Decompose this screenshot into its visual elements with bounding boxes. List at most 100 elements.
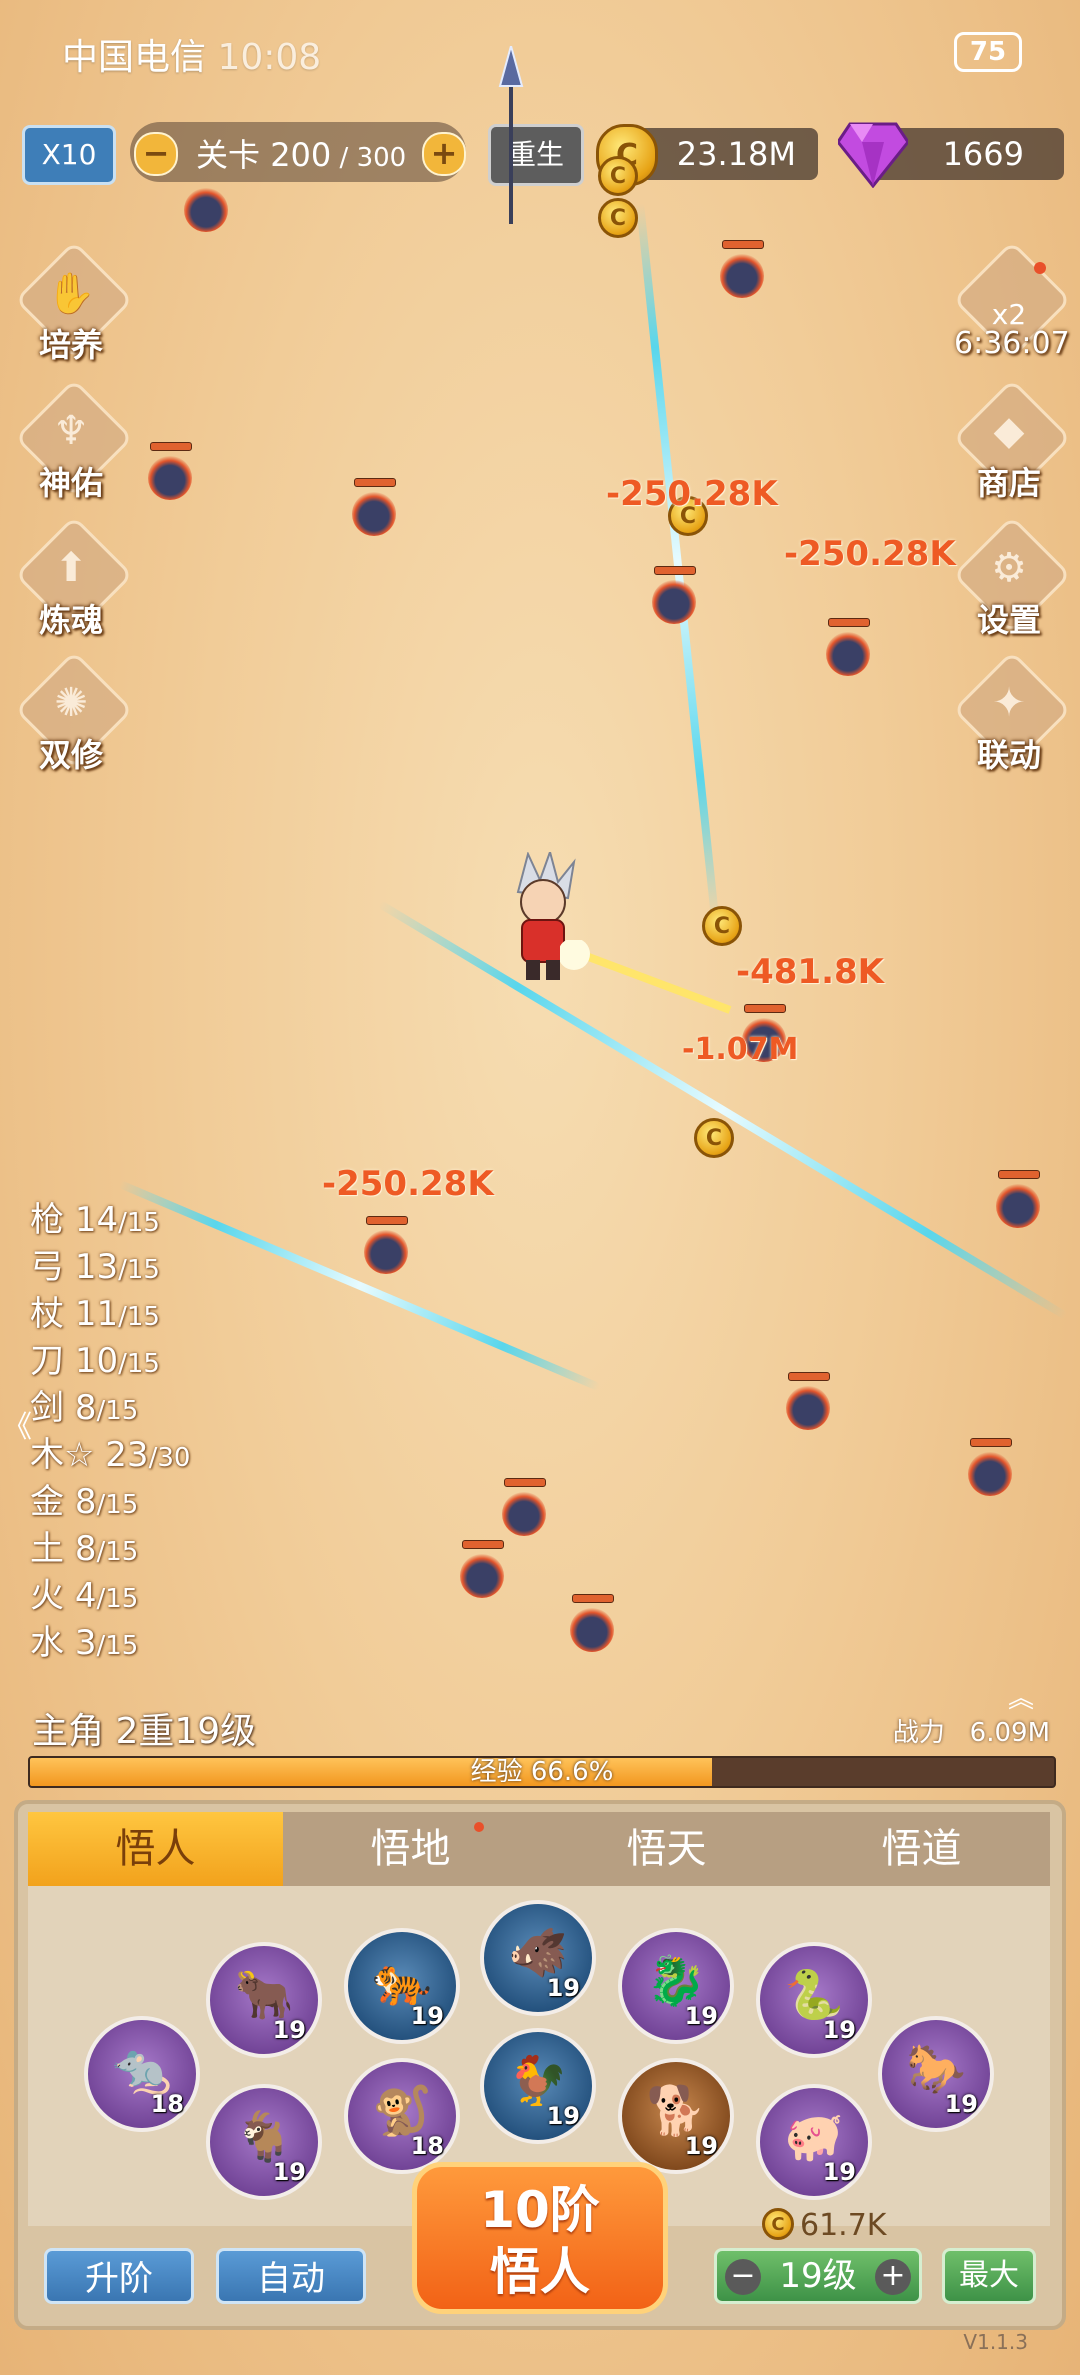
enemy-body <box>184 188 228 232</box>
dragon-icon: 🐉 <box>646 1953 706 2009</box>
weapon-stat-row: 水 3/15 <box>30 1621 190 1668</box>
zodiac-pig[interactable]: 🐖 19 <box>756 2084 872 2200</box>
zodiac-dog[interactable]: 🐕 19 <box>618 2058 734 2174</box>
boar-icon: 🐗 <box>508 1925 568 1981</box>
weapon-stat-row: 枪 14/15 <box>30 1198 190 1245</box>
cultivate-button[interactable]: ✋ 培养 <box>14 240 134 364</box>
enlighten-main-button[interactable]: 10阶 悟人 <box>412 2162 668 2314</box>
weapon-level: 10 <box>74 1341 119 1381</box>
weapon-level: 4 <box>74 1576 97 1616</box>
expand-icon[interactable]: ︽ <box>1008 1678 1034 1715</box>
enemy[interactable] <box>358 1216 414 1278</box>
status-bar: 中国电信 10:08 75 <box>0 0 1080 100</box>
level-minus-button[interactable]: − <box>134 132 178 176</box>
version-label: V1.1.3 <box>963 2330 1028 2354</box>
carrier-name: 中国电信 <box>62 37 207 78</box>
level-plus-button[interactable]: + <box>422 132 466 176</box>
zodiac-dragon[interactable]: 🐉 19 <box>618 1928 734 2044</box>
zodiac-level: 19 <box>272 2016 306 2044</box>
blessing-label: 神佑 <box>38 464 103 502</box>
soul-refine-button[interactable]: ⬆ 炼魂 <box>14 515 134 639</box>
weapon-stat-row: 刀 10/15 <box>30 1339 190 1386</box>
enemy[interactable] <box>714 240 770 302</box>
weapon-level: 23 <box>105 1435 149 1475</box>
weapon-name: 杖 <box>30 1294 64 1334</box>
power-label: 战力 <box>892 1718 945 1748</box>
zodiac-level: 18 <box>410 2132 444 2160</box>
weapon-max: /15 <box>96 1537 139 1567</box>
enemy-health-bar <box>788 1372 830 1381</box>
collab-icon: ✦ <box>992 680 1026 726</box>
stepper-plus-button[interactable]: + <box>875 2259 911 2295</box>
enemy-health-bar <box>366 1216 408 1225</box>
blessing-icon: ♆ <box>53 408 89 454</box>
max-level-button[interactable]: 最大 <box>942 2248 1036 2304</box>
enemy[interactable] <box>990 1170 1046 1232</box>
bonus-timer: 6:36:07 <box>954 326 1070 361</box>
weapon-name: 枪 <box>30 1200 64 1240</box>
ox-icon: 🐂 <box>234 1967 294 2023</box>
upgrade-rank-button[interactable]: 升阶 <box>44 2248 194 2304</box>
zodiac-rat[interactable]: 🐀 18 <box>84 2016 200 2132</box>
enemy[interactable] <box>646 566 702 628</box>
enemy-body <box>364 1230 408 1274</box>
zodiac-level: 19 <box>546 1974 580 2002</box>
zodiac-ox[interactable]: 🐂 19 <box>206 1942 322 2058</box>
weapon-level: 8 <box>74 1482 97 1522</box>
enemy[interactable] <box>346 478 402 540</box>
enemy[interactable] <box>780 1372 836 1434</box>
tiger-icon: 🐅 <box>372 1953 432 2009</box>
enemy[interactable] <box>962 1438 1018 1500</box>
enemy[interactable] <box>564 1594 620 1656</box>
collab-label: 联动 <box>976 736 1041 774</box>
zodiac-goat[interactable]: 🐐 19 <box>206 2084 322 2200</box>
tab-wudi[interactable]: 悟地 <box>283 1812 538 1886</box>
zodiac-snake[interactable]: 🐍 19 <box>756 1942 872 2058</box>
shop-button[interactable]: ◆ 商店 <box>952 378 1072 502</box>
zodiac-boar[interactable]: 🐗 19 <box>480 1900 596 2016</box>
damage-number: -1.07M <box>682 1032 799 1067</box>
enemy-health-bar <box>354 478 396 487</box>
zodiac-tiger[interactable]: 🐅 19 <box>344 1928 460 2044</box>
auto-button[interactable]: 自动 <box>216 2248 366 2304</box>
enemy-health-bar <box>150 442 192 451</box>
enemy-body <box>968 1452 1012 1496</box>
gear-icon: ⚙ <box>991 545 1027 591</box>
monkey-icon: 🐒 <box>372 2083 432 2139</box>
enemy[interactable] <box>454 1540 510 1602</box>
speed-multiplier-button[interactable]: X10 <box>22 125 116 185</box>
tab-wudao[interactable]: 悟道 <box>794 1812 1049 1886</box>
collab-button[interactable]: ✦ 联动 <box>952 650 1072 774</box>
weapon-max: /30 <box>148 1443 191 1473</box>
weapon-name: 火 <box>30 1576 64 1616</box>
horse-icon: 🐎 <box>906 2041 966 2097</box>
pig-icon: 🐖 <box>784 2109 844 2165</box>
enemy-health-bar <box>722 240 764 249</box>
enemy[interactable] <box>820 618 876 680</box>
level-separator: / <box>331 143 357 173</box>
blessing-button[interactable]: ♆ 神佑 <box>14 378 134 502</box>
level-label: 关卡 <box>196 136 261 174</box>
enemy[interactable] <box>142 442 198 504</box>
cultivate-label: 培养 <box>38 326 103 364</box>
zodiac-monkey[interactable]: 🐒 18 <box>344 2058 460 2174</box>
tab-wutian[interactable]: 悟天 <box>539 1812 794 1886</box>
settings-button[interactable]: ⚙ 设置 <box>952 515 1072 639</box>
tab-wuren[interactable]: 悟人 <box>28 1812 283 1886</box>
cost-coin-icon: C <box>762 2208 794 2240</box>
zodiac-rooster[interactable]: 🐓 19 <box>480 2028 596 2144</box>
enemy[interactable] <box>178 180 234 236</box>
shop-label: 商店 <box>976 464 1041 502</box>
hero-level-title: 主角 2重19级 <box>32 1711 257 1752</box>
gold-coin-drop: C <box>694 1118 734 1158</box>
enemy-health-bar <box>998 1170 1040 1179</box>
dual-cultivation-button[interactable]: ✺ 双修 <box>14 650 134 774</box>
rat-icon: 🐀 <box>112 2041 172 2097</box>
power-value: 6.09M <box>969 1718 1050 1748</box>
enemy[interactable] <box>496 1478 552 1540</box>
weapon-max: /15 <box>118 1208 160 1238</box>
experience-bar: 经验 66.6% <box>28 1756 1056 1788</box>
zodiac-horse[interactable]: 🐎 19 <box>878 2016 994 2132</box>
collapse-stats-icon[interactable]: 《 <box>2 1402 32 1446</box>
weapon-stat-row: 弓 13/15 <box>30 1245 190 1292</box>
